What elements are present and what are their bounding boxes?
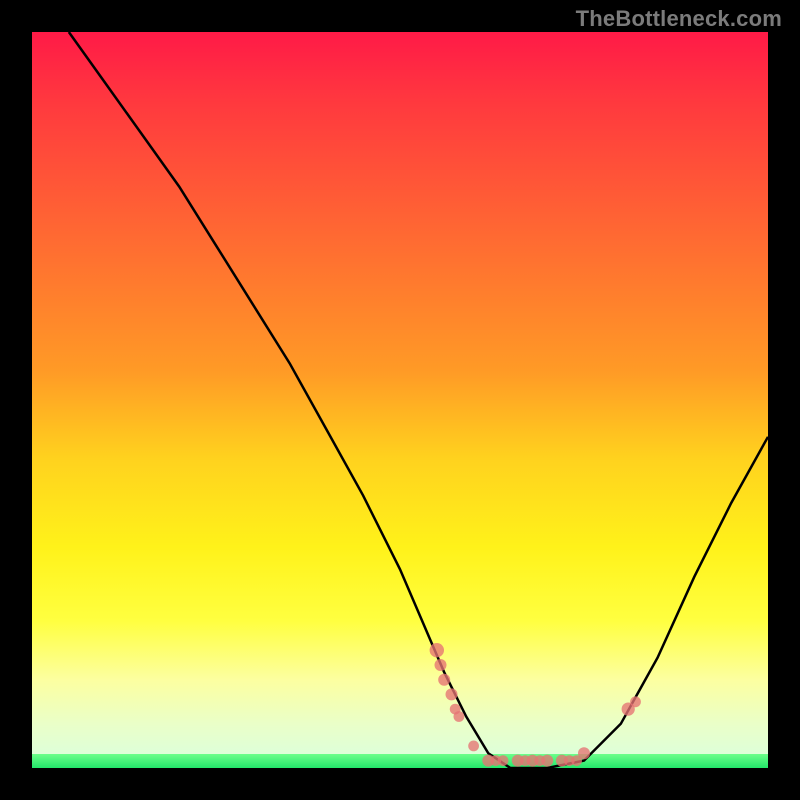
data-point-marker [435,659,447,671]
watermark-text: TheBottleneck.com [576,6,782,32]
data-point-marker [578,747,590,759]
chart-svg [32,32,768,768]
plot-area [32,32,768,768]
data-point-marker [630,696,641,707]
data-point-marker [438,674,450,686]
data-point-marker [498,755,509,766]
bottleneck-curve [69,32,768,768]
chart-frame: TheBottleneck.com [0,0,800,800]
data-point-marker [446,688,458,700]
data-point-marker [454,711,465,722]
data-point-marker [468,741,479,752]
data-point-marker [541,755,553,767]
data-point-marker [430,643,444,657]
